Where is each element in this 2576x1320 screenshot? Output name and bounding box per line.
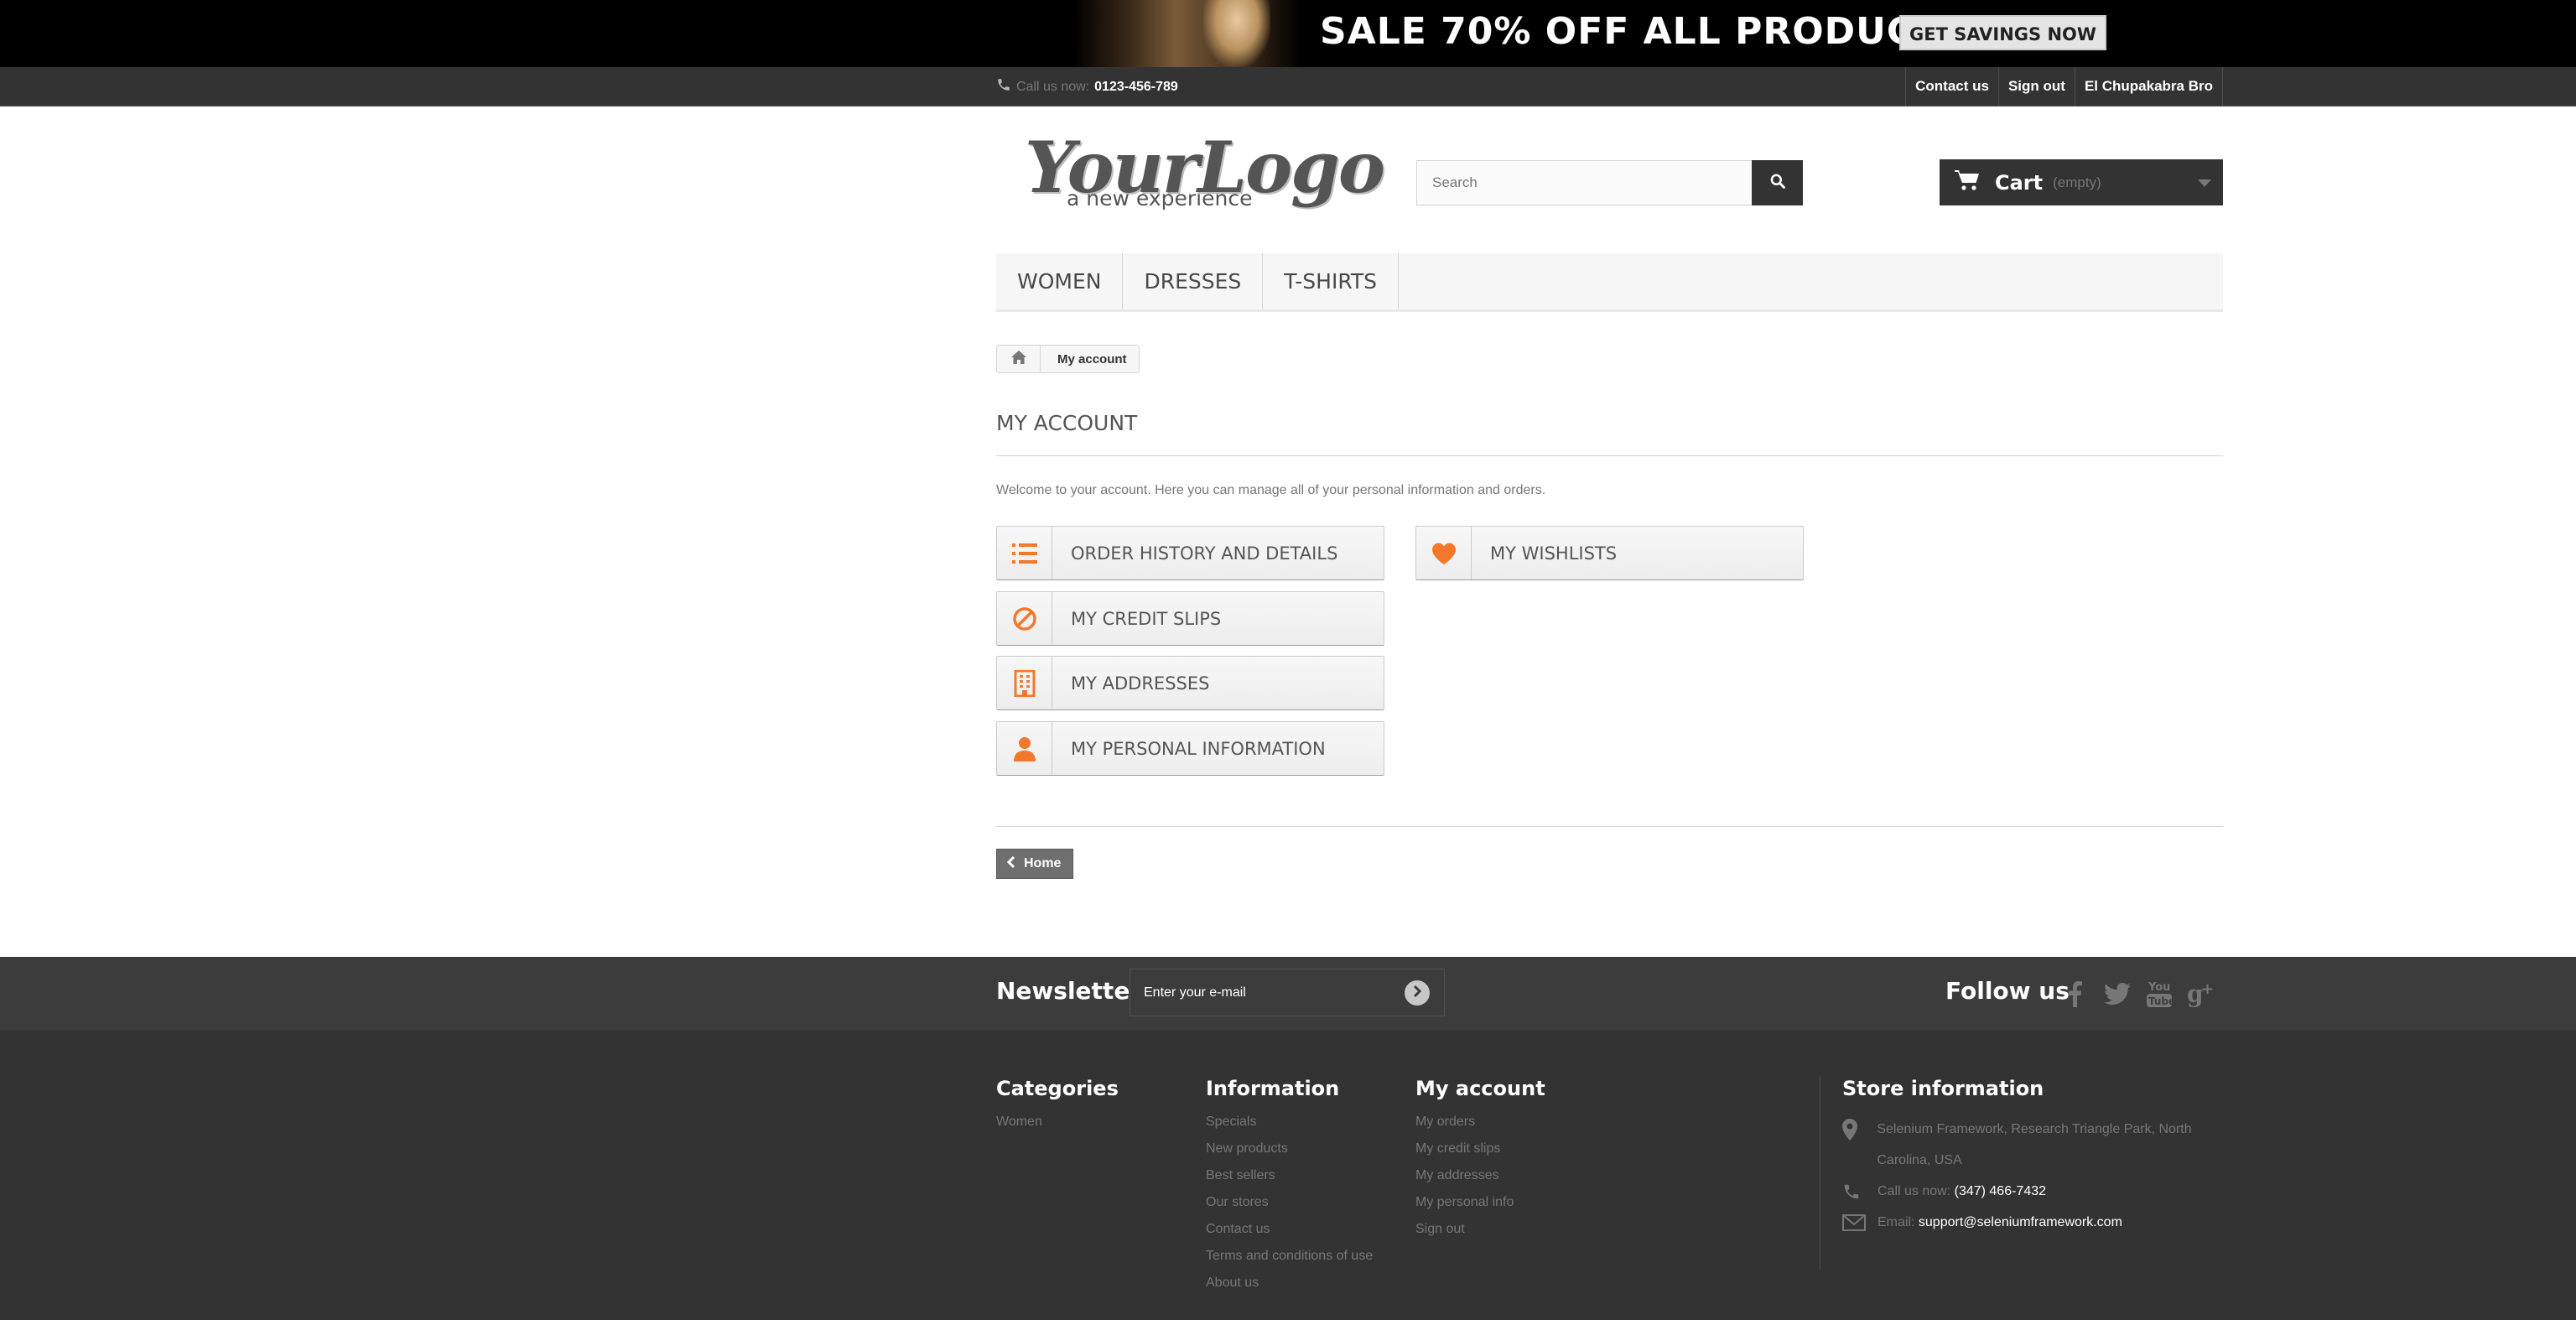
- cart-button[interactable]: Cart (empty): [1940, 159, 2223, 205]
- newsletter-submit-button[interactable]: [1405, 980, 1430, 1006]
- home-button-label: Home: [1024, 856, 1062, 870]
- phone-icon: [996, 77, 1011, 96]
- footer-my-account: My account My orders My credit slips My …: [1415, 1077, 1545, 1248]
- store-address-text: Selenium Framework, Research Triangle Pa…: [1877, 1122, 2192, 1167]
- breadcrumb-current: My account: [1057, 351, 1127, 366]
- store-address: Selenium Framework, Research Triangle Pa…: [1842, 1114, 2224, 1176]
- youtube-icon[interactable]: You Tube: [2144, 977, 2174, 1011]
- breadcrumb-home[interactable]: [997, 346, 1041, 372]
- wishlists-button[interactable]: My wishlists: [1415, 526, 1804, 580]
- home-button[interactable]: Home: [996, 849, 1074, 879]
- heart-icon: [1416, 527, 1472, 579]
- footer-info-link[interactable]: About us: [1206, 1275, 1374, 1291]
- shopping-cart-icon: [1955, 169, 1980, 195]
- order-history-button[interactable]: Order history and details: [996, 526, 1384, 580]
- footer-info-link[interactable]: Contact us: [1206, 1221, 1374, 1238]
- wishlists-label: My wishlists: [1490, 543, 1618, 564]
- menu-item-tshirts[interactable]: T-shirts: [1263, 253, 1400, 309]
- menu-item-dresses[interactable]: Dresses: [1123, 253, 1264, 309]
- svg-text:+: +: [2201, 980, 2214, 998]
- search-icon: [1769, 173, 1786, 194]
- footer-information-title: Information: [1206, 1077, 1340, 1100]
- footer-info-link[interactable]: Specials: [1206, 1114, 1374, 1130]
- footer-account-link[interactable]: My orders: [1415, 1114, 1545, 1130]
- footer-store-info: Store information Selenium Framework, Re…: [1820, 1077, 2224, 1270]
- footer-store-title: Store information: [1842, 1077, 2044, 1100]
- sign-out-link[interactable]: Sign out: [1997, 67, 2075, 107]
- footer-information: Information Specials New products Best s…: [1206, 1077, 1374, 1302]
- chevron-left-icon: [1006, 855, 1015, 872]
- cart-label: Cart: [1995, 170, 2044, 195]
- svg-text:Tube: Tube: [2148, 995, 2173, 1007]
- personal-info-button[interactable]: My personal information: [996, 721, 1384, 776]
- footer-account-link[interactable]: My addresses: [1415, 1167, 1545, 1184]
- account-name-link[interactable]: El Chupakabra Bro: [2074, 67, 2223, 107]
- footer-categories-title: Categories: [996, 1077, 1119, 1100]
- personal-info-label: My personal information: [1071, 738, 1326, 759]
- page-title: My account: [996, 411, 2223, 456]
- footer-info-link[interactable]: Our stores: [1206, 1194, 1374, 1211]
- envelope-icon: [1842, 1207, 1877, 1238]
- ban-icon: [997, 592, 1052, 645]
- credit-slips-button[interactable]: My credit slips: [996, 591, 1384, 646]
- call-us: Call us now: 0123-456-789: [996, 67, 1178, 107]
- logo-tagline: a new experience: [1067, 186, 1253, 210]
- footer-account-link[interactable]: My credit slips: [1415, 1141, 1545, 1157]
- cart-status: (empty): [2053, 174, 2101, 190]
- search-button[interactable]: [1752, 160, 1803, 205]
- newsletter-title: Newsletter: [996, 977, 1142, 1005]
- main-menu: Women Dresses T-shirts: [996, 253, 2223, 312]
- credit-slips-label: My credit slips: [1071, 608, 1222, 629]
- map-marker-icon: [1842, 1114, 1877, 1145]
- chevron-down-icon: [2198, 179, 2211, 187]
- addresses-label: My addresses: [1071, 673, 1210, 694]
- banner-headline: SALE 70% OFF ALL PRODUCTS: [1320, 10, 1968, 53]
- store-call-label: Call us now:: [1877, 1184, 1951, 1198]
- user-icon: [997, 722, 1052, 775]
- footer-info-link[interactable]: Best sellers: [1206, 1167, 1374, 1184]
- contact-us-link[interactable]: Contact us: [1905, 67, 1998, 107]
- content-divider: [996, 826, 2223, 827]
- addresses-button[interactable]: My addresses: [996, 656, 1384, 710]
- svg-text:You: You: [2148, 981, 2170, 994]
- newsletter-email-input[interactable]: [1130, 969, 1444, 1016]
- footer-my-account-title: My account: [1415, 1077, 1545, 1100]
- store-logo[interactable]: YourLogo a new experience: [1018, 126, 1385, 218]
- footer-categories: Categories Women: [996, 1077, 1119, 1141]
- phone-icon: [1842, 1176, 1877, 1207]
- footer-category-link[interactable]: Women: [996, 1114, 1119, 1130]
- search-box: [1416, 160, 1753, 205]
- store-phone-row: Call us now: (347) 466-7432: [1842, 1176, 2224, 1207]
- banner-model-image: [1203, 0, 1270, 67]
- store-email-link[interactable]: support@seleniumframework.com: [1919, 1207, 2122, 1238]
- menu-item-women[interactable]: Women: [996, 253, 1124, 309]
- footer-account-link[interactable]: Sign out: [1415, 1221, 1545, 1238]
- top-nav: Call us now: 0123-456-789 Contact us Sig…: [0, 67, 2576, 107]
- twitter-icon[interactable]: [2102, 977, 2132, 1011]
- building-icon: [997, 657, 1052, 709]
- list-icon: [997, 527, 1052, 579]
- search-input[interactable]: [1417, 161, 1752, 205]
- order-history-label: Order history and details: [1071, 543, 1338, 564]
- footer: Categories Women Information Specials Ne…: [0, 1031, 2576, 1320]
- call-label: Call us now:: [1016, 79, 1090, 94]
- chevron-right-icon: [1412, 985, 1422, 1001]
- store-email-row: Email: support@seleniumframework.com: [1842, 1207, 2224, 1238]
- newsletter-bar: Newsletter Follow us YouTube g+: [0, 957, 2576, 1031]
- shop-phone: 0123-456-789: [1094, 79, 1178, 94]
- home-icon: [1010, 350, 1026, 368]
- welcome-text: Welcome to your account. Here you can ma…: [996, 483, 1546, 497]
- google-plus-icon[interactable]: g +: [2186, 977, 2216, 1011]
- facebook-icon[interactable]: [2060, 977, 2090, 1011]
- footer-account-link[interactable]: My personal info: [1415, 1194, 1545, 1211]
- store-email-label: Email:: [1877, 1215, 1915, 1229]
- get-savings-button[interactable]: GET SAVINGS NOW: [1899, 15, 2107, 50]
- follow-us-title: Follow us: [1945, 977, 2070, 1005]
- footer-info-link[interactable]: Terms and conditions of use: [1206, 1248, 1374, 1265]
- newsletter-field: [1130, 969, 1445, 1016]
- store-phone: (347) 466-7432: [1954, 1184, 2047, 1198]
- footer-info-link[interactable]: New products: [1206, 1141, 1374, 1157]
- promo-banner[interactable]: SALE 70% OFF ALL PRODUCTS GET SAVINGS NO…: [0, 0, 2576, 67]
- breadcrumb: My account: [996, 345, 1140, 373]
